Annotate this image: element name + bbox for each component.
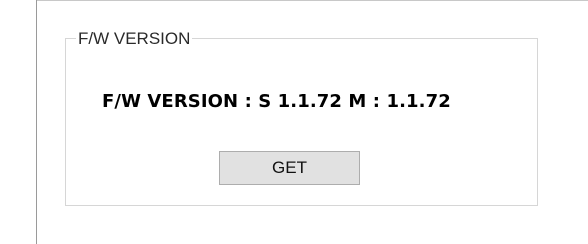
groupbox-title: F/W VERSION bbox=[76, 29, 193, 48]
window-top-edge bbox=[36, 0, 588, 1]
firmware-version-label: F/W VERSION : S 1.1.72 M : 1.1.72 bbox=[102, 91, 451, 112]
window-left-edge bbox=[36, 0, 37, 244]
get-button[interactable]: GET bbox=[219, 151, 360, 185]
firmware-version-panel: F/W VERSION F/W VERSION : S 1.1.72 M : 1… bbox=[0, 0, 588, 244]
